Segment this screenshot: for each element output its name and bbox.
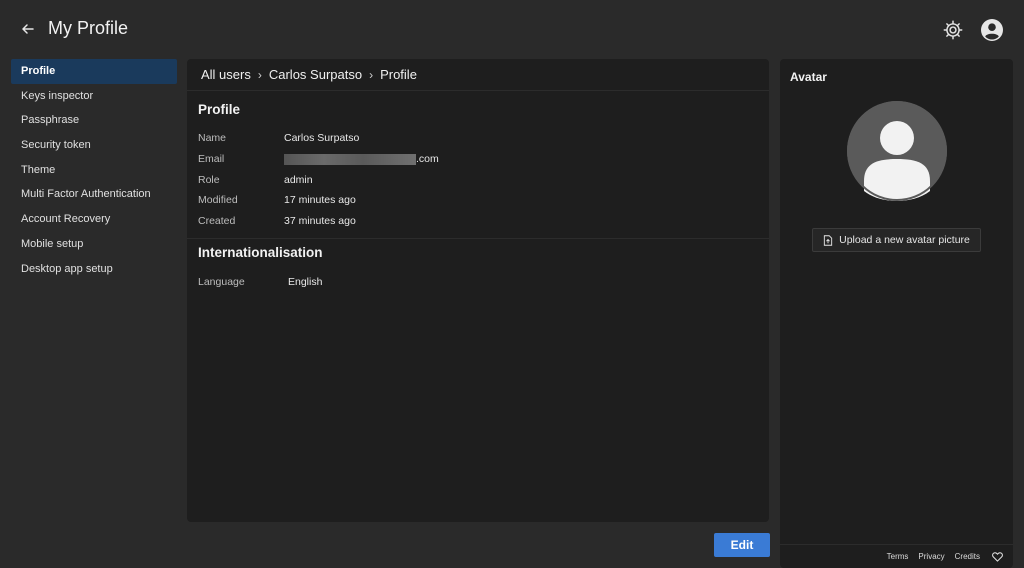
field-value: Carlos Surpatso bbox=[284, 132, 360, 145]
field-value: 37 minutes ago bbox=[284, 215, 356, 228]
breadcrumb-separator: › bbox=[257, 67, 262, 82]
upload-avatar-label: Upload a new avatar picture bbox=[839, 234, 970, 246]
sidebar-item-theme[interactable]: Theme bbox=[11, 158, 177, 183]
field-row-role: Role admin bbox=[187, 169, 769, 190]
edit-button[interactable]: Edit bbox=[714, 533, 770, 557]
field-label: Language bbox=[198, 275, 245, 288]
internationalisation-section-title: Internationalisation bbox=[198, 245, 323, 261]
arrow-left-icon bbox=[22, 24, 34, 34]
upload-avatar-button[interactable]: Upload a new avatar picture bbox=[812, 228, 981, 252]
footer: Terms Privacy Credits bbox=[780, 544, 1013, 568]
gear-icon bbox=[943, 20, 963, 40]
settings-button[interactable] bbox=[942, 19, 964, 41]
file-upload-icon bbox=[823, 234, 833, 246]
settings-sidebar: Profile Keys inspector Passphrase Securi… bbox=[11, 59, 177, 281]
section-divider bbox=[187, 238, 769, 240]
breadcrumb-user[interactable]: Carlos Surpatso bbox=[269, 67, 362, 82]
avatar-title: Avatar bbox=[790, 70, 827, 84]
field-value: admin bbox=[284, 173, 313, 186]
field-row-modified: Modified 17 minutes ago bbox=[187, 190, 769, 211]
default-avatar-icon bbox=[847, 101, 947, 201]
breadcrumb-separator: › bbox=[369, 67, 374, 82]
field-label: Email bbox=[198, 153, 225, 166]
field-row-email: Email .com bbox=[187, 149, 769, 170]
profile-panel: All users › Carlos Surpatso › Profile Pr… bbox=[187, 59, 769, 522]
footer-link-credits[interactable]: Credits bbox=[955, 552, 980, 561]
user-menu-button[interactable] bbox=[980, 18, 1004, 42]
field-label: Created bbox=[198, 215, 236, 228]
redacted-email-block bbox=[284, 153, 416, 165]
sidebar-item-mobile-setup[interactable]: Mobile setup bbox=[11, 232, 177, 257]
sidebar-item-mfa[interactable]: Multi Factor Authentication bbox=[11, 182, 177, 207]
sidebar-item-keys-inspector[interactable]: Keys inspector bbox=[11, 84, 177, 109]
footer-link-privacy[interactable]: Privacy bbox=[918, 552, 944, 561]
profile-fields: Name Carlos Surpatso Email .com Role adm… bbox=[187, 128, 769, 231]
page-title: My Profile bbox=[48, 18, 129, 38]
breadcrumb: All users › Carlos Surpatso › Profile bbox=[187, 59, 769, 91]
field-row-name: Name Carlos Surpatso bbox=[187, 128, 769, 149]
footer-link-terms[interactable]: Terms bbox=[887, 552, 909, 561]
heart-icon[interactable] bbox=[992, 551, 1003, 562]
field-label: Role bbox=[198, 173, 220, 186]
breadcrumb-profile[interactable]: Profile bbox=[380, 67, 417, 82]
field-value-email: .com bbox=[284, 153, 439, 165]
profile-section-title: Profile bbox=[198, 102, 241, 117]
field-label: Modified bbox=[198, 194, 238, 207]
top-header: My Profile bbox=[0, 0, 1024, 58]
user-circle-icon bbox=[981, 19, 1003, 41]
breadcrumb-all-users[interactable]: All users bbox=[201, 67, 251, 82]
field-row-language: Language English bbox=[187, 271, 769, 292]
email-domain-suffix: .com bbox=[416, 153, 439, 166]
avatar bbox=[847, 101, 947, 201]
sidebar-item-passphrase[interactable]: Passphrase bbox=[11, 108, 177, 133]
field-label: Name bbox=[198, 132, 227, 145]
field-row-created: Created 37 minutes ago bbox=[187, 211, 769, 232]
sidebar-item-desktop-app-setup[interactable]: Desktop app setup bbox=[11, 257, 177, 282]
sidebar-item-profile[interactable]: Profile bbox=[11, 59, 177, 84]
back-button[interactable] bbox=[18, 19, 38, 39]
field-value: English bbox=[288, 275, 323, 288]
sidebar-item-account-recovery[interactable]: Account Recovery bbox=[11, 207, 177, 232]
field-value: 17 minutes ago bbox=[284, 194, 356, 207]
avatar-panel: Avatar Upload a new avatar picture Terms… bbox=[780, 59, 1013, 568]
sidebar-item-security-token[interactable]: Security token bbox=[11, 133, 177, 158]
